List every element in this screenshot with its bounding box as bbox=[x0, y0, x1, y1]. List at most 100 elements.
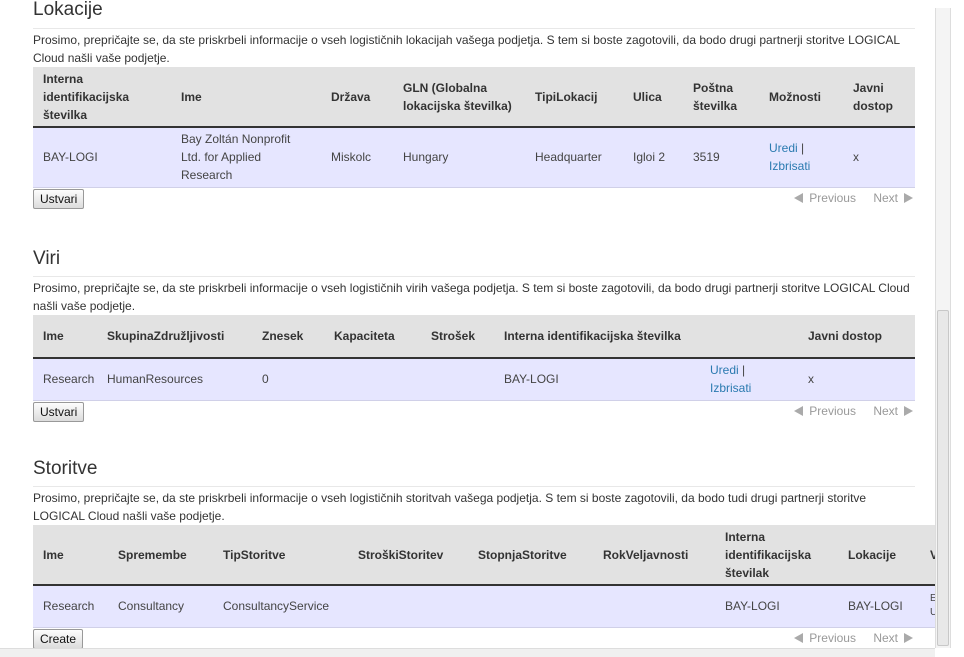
col-amount[interactable]: Znesek bbox=[252, 315, 324, 359]
cell-extra: E U bbox=[920, 585, 935, 628]
col-service-level[interactable]: StopnjaStoritve bbox=[468, 525, 593, 586]
locations-footer: Ustvari Previous Next bbox=[33, 188, 915, 215]
col-locations[interactable]: Lokacije bbox=[838, 525, 920, 586]
services-header-row: Ime Spremembe TipStoritve StroškiStorite… bbox=[33, 525, 935, 586]
delete-link[interactable]: Izbrisati bbox=[710, 381, 751, 395]
next-label: Next bbox=[873, 403, 898, 418]
locations-intro: Prosimo, prepričajte se, da ste priskrbe… bbox=[33, 33, 900, 65]
arrow-left-icon bbox=[794, 633, 804, 644]
cell-type: Headquarter bbox=[525, 127, 623, 188]
vertical-scrollbar[interactable] bbox=[935, 8, 951, 648]
next-label: Next bbox=[873, 630, 898, 645]
resources-footer: Ustvari Previous Next bbox=[33, 401, 915, 428]
next-button[interactable]: Next bbox=[873, 631, 913, 645]
table-row: BAY-LOGI Bay Zoltán Nonprofit Ltd. for A… bbox=[33, 127, 915, 188]
create-button[interactable]: Ustvari bbox=[33, 401, 85, 422]
table-row: Research HumanResources 0 BAY-LOGI Uredi… bbox=[33, 358, 915, 401]
resources-section: Viri Prosimo, prepričajte se, da ste pri… bbox=[33, 248, 915, 428]
col-name[interactable]: Ime bbox=[171, 67, 321, 128]
resources-title: Viri bbox=[33, 248, 915, 277]
services-title: Storitve bbox=[33, 458, 915, 487]
previous-button[interactable]: Previous bbox=[794, 631, 856, 645]
previous-button[interactable]: Previous bbox=[794, 191, 856, 205]
next-button[interactable]: Next bbox=[873, 191, 913, 205]
cell-name: Bay Zoltán Nonprofit Ltd. for Applied Re… bbox=[171, 127, 321, 188]
services-table: Ime Spremembe TipStoritve StroškiStorite… bbox=[33, 525, 935, 628]
arrow-right-icon bbox=[904, 633, 913, 644]
resources-table: Ime SkupinaZdružljivosti Znesek Kapacite… bbox=[33, 315, 915, 401]
previous-label: Previous bbox=[809, 630, 856, 645]
cell-name: Research bbox=[33, 585, 108, 628]
cell-id: BAY-LOGI bbox=[715, 585, 838, 628]
create-button[interactable]: Ustvari bbox=[33, 188, 85, 209]
col-country[interactable]: Država bbox=[321, 67, 393, 128]
edit-link[interactable]: Uredi bbox=[710, 363, 739, 377]
col-internal-id[interactable]: Interna identifikacijska številka bbox=[33, 67, 171, 128]
col-service-type[interactable]: TipStoritve bbox=[213, 525, 348, 586]
col-name[interactable]: Ime bbox=[33, 525, 108, 586]
locations-header-row: Interna identifikacijska številka Ime Dr… bbox=[33, 67, 915, 128]
col-public[interactable]: Javni dostop bbox=[798, 315, 915, 359]
cell-public: x bbox=[843, 127, 915, 188]
pager: Previous Next bbox=[794, 191, 913, 205]
col-service-cost[interactable]: StroškiStoritev bbox=[348, 525, 468, 586]
col-validity[interactable]: RokVeljavnosti bbox=[593, 525, 715, 586]
cell-amount: 0 bbox=[252, 358, 324, 401]
arrow-left-icon bbox=[794, 193, 804, 204]
locations-section: Lokacije Prosimo, prepričajte se, da ste… bbox=[33, 0, 915, 215]
previous-button[interactable]: Previous bbox=[794, 404, 856, 418]
col-gln[interactable]: GLN (Globalna lokacijska številka) bbox=[393, 67, 525, 128]
create-button[interactable]: Create bbox=[33, 628, 84, 649]
services-section: Storitve Prosimo, prepričajte se, da ste… bbox=[33, 458, 935, 655]
cell-id: BAY-LOGI bbox=[33, 127, 171, 188]
cell-gln: Hungary bbox=[393, 127, 525, 188]
previous-label: Previous bbox=[809, 403, 856, 418]
cell-level bbox=[468, 585, 593, 628]
col-location-type[interactable]: TipiLokacij bbox=[525, 67, 623, 128]
arrow-right-icon bbox=[904, 406, 913, 417]
cell-changes: Consultancy bbox=[108, 585, 213, 628]
col-extra[interactable]: V bbox=[920, 525, 935, 586]
next-button[interactable]: Next bbox=[873, 404, 913, 418]
cell-type: ConsultancyService bbox=[213, 585, 348, 628]
col-public[interactable]: Javni dostop bbox=[843, 67, 915, 128]
col-capacity[interactable]: Kapaciteta bbox=[324, 315, 421, 359]
cell-city: Miskolc bbox=[321, 127, 393, 188]
services-table-wrap: Ime Spremembe TipStoritve StroškiStorite… bbox=[33, 525, 935, 628]
edit-link[interactable]: Uredi bbox=[769, 141, 798, 155]
col-postal[interactable]: Poštna številka bbox=[683, 67, 759, 128]
col-cost[interactable]: Strošek bbox=[421, 315, 494, 359]
locations-title: Lokacije bbox=[33, 0, 915, 29]
separator: | bbox=[797, 141, 805, 156]
separator: | bbox=[738, 363, 746, 378]
cell-id: BAY-LOGI bbox=[494, 358, 700, 401]
locations-table: Interna identifikacijska številka Ime Dr… bbox=[33, 67, 915, 188]
cell-cost bbox=[421, 358, 494, 401]
arrow-right-icon bbox=[904, 193, 913, 204]
col-name[interactable]: Ime bbox=[33, 315, 107, 359]
cell-public: x bbox=[798, 358, 915, 401]
next-label: Next bbox=[873, 190, 898, 205]
col-options bbox=[700, 315, 798, 359]
cell-options: Uredi | Izbrisati bbox=[759, 127, 843, 188]
cell-street: Igloi 2 bbox=[623, 127, 683, 188]
arrow-left-icon bbox=[794, 406, 804, 417]
delete-link[interactable]: Izbrisati bbox=[769, 159, 810, 173]
resources-header-row: Ime SkupinaZdružljivosti Znesek Kapacite… bbox=[33, 315, 915, 359]
cell-validity bbox=[593, 585, 715, 628]
cell-group: HumanResources bbox=[107, 358, 252, 401]
cell-postal: 3519 bbox=[683, 127, 759, 188]
col-options: Možnosti bbox=[759, 67, 843, 128]
pager: Previous Next bbox=[794, 404, 913, 418]
services-intro: Prosimo, prepričajte se, da ste priskrbe… bbox=[33, 491, 867, 523]
col-internal-id[interactable]: Interna identifikacijska številak bbox=[715, 525, 838, 586]
cell-cost bbox=[348, 585, 468, 628]
table-row: Research Consultancy ConsultancyService … bbox=[33, 585, 935, 628]
col-street[interactable]: Ulica bbox=[623, 67, 683, 128]
col-internal-id[interactable]: Interna identifikacijska številka bbox=[494, 315, 700, 359]
scrollbar-thumb[interactable] bbox=[937, 310, 949, 646]
col-changes[interactable]: Spremembe bbox=[108, 525, 213, 586]
cell-name: Research bbox=[33, 358, 107, 401]
resources-intro: Prosimo, prepričajte se, da ste priskrbe… bbox=[33, 281, 910, 313]
col-compat-group[interactable]: SkupinaZdružljivosti bbox=[107, 315, 252, 359]
